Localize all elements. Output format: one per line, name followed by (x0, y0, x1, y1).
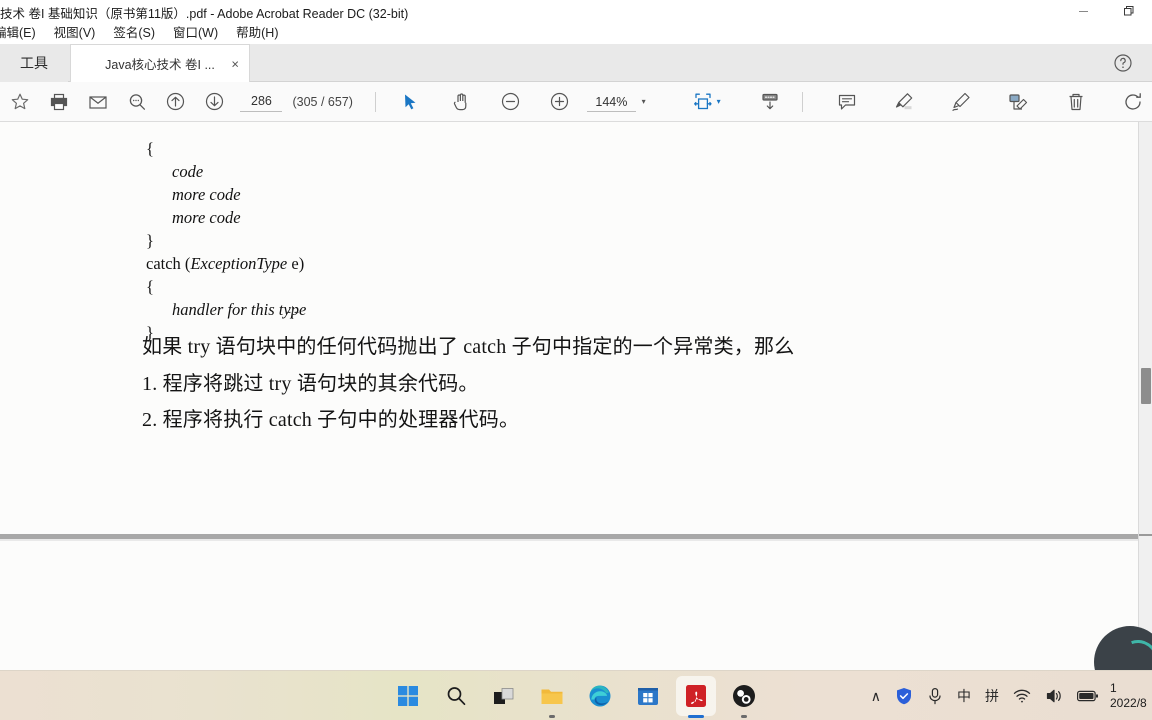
running-indicator (549, 715, 555, 718)
email-icon[interactable] (78, 82, 117, 122)
scrollbar-thumb[interactable] (1141, 368, 1151, 404)
system-tray: ∧ 中 拼 1 2022/8 (864, 671, 1152, 720)
code-catch-type: ExceptionType (190, 254, 288, 273)
ime-mode-label[interactable]: 中 (950, 671, 978, 720)
page-count-label: (305 / 657) (292, 94, 353, 109)
previous-page-icon[interactable] (156, 82, 195, 122)
code-line-code: code (172, 162, 204, 181)
chevron-down-icon[interactable]: ▾ (642, 97, 646, 106)
menu-help[interactable]: 帮助(H) (227, 22, 287, 44)
delete-icon[interactable] (1056, 82, 1095, 122)
clock-time: 1 (1110, 681, 1117, 695)
windows-taskbar: ∧ 中 拼 1 2022/8 (0, 670, 1152, 720)
code-catch-prefix: catch ( (146, 254, 191, 273)
menu-window[interactable]: 窗口(W) (164, 22, 227, 44)
pdf-paragraph-1: 如果 try 语句块中的任何代码抛出了 catch 子句中指定的一个异常类，那么 (142, 336, 795, 358)
tab-document[interactable]: Java核心技术 卷I ... × (70, 44, 250, 82)
draw-icon[interactable] (942, 82, 981, 122)
chevron-down-icon-fit[interactable]: ▾ (717, 97, 721, 106)
acrobat-reader-window: 技术 卷I 基础知识（原书第11版）.pdf - Adobe Acrobat R… (0, 0, 1152, 720)
security-shield-icon[interactable] (888, 671, 920, 720)
chevron-up-icon[interactable]: ∧ (864, 671, 888, 720)
edge-icon[interactable] (580, 676, 620, 716)
zoom-level-label[interactable]: 144% (587, 92, 636, 112)
window-title: 技术 卷I 基础知识（原书第11版）.pdf - Adobe Acrobat R… (0, 7, 409, 21)
highlight-icon[interactable] (885, 82, 924, 122)
pdf-page-286[interactable]: { code more code more code } catch (Exce… (0, 122, 1140, 532)
file-explorer-icon[interactable] (532, 676, 572, 718)
microsoft-store-icon[interactable] (628, 676, 668, 716)
tab-tools[interactable]: 工具 (0, 44, 68, 82)
page-scroll-icon[interactable] (751, 82, 790, 122)
running-indicator-obs (741, 715, 747, 718)
search-icon[interactable] (436, 676, 476, 716)
restore-button[interactable] (1106, 0, 1152, 22)
wifi-icon[interactable] (1006, 671, 1038, 720)
menu-view[interactable]: 视图(V) (45, 22, 105, 44)
code-line-catch: catch (ExceptionType e) (146, 254, 304, 273)
menu-edit[interactable]: 编辑(E) (0, 22, 45, 44)
search-icon[interactable] (117, 82, 156, 122)
main-toolbar: (305 / 657) 144% ▾ (0, 82, 1152, 122)
scrollbar-page-marker (1139, 534, 1152, 536)
select-cursor-icon[interactable] (391, 82, 430, 122)
page-separator (0, 532, 1140, 544)
pdf-list-item-1: 1. 程序将跳过 try 语句块的其余代码。 (142, 373, 479, 395)
code-line-more-code-2: more code (172, 208, 241, 227)
volume-icon[interactable] (1038, 671, 1070, 720)
minimize-button[interactable] (1060, 0, 1106, 22)
microphone-icon[interactable] (920, 671, 950, 720)
task-view-icon[interactable] (484, 676, 524, 716)
toolbar-divider-2 (801, 91, 803, 112)
page-number-input[interactable] (240, 91, 283, 112)
text-cursor-marker: -|- (286, 304, 299, 320)
vertical-scrollbar[interactable] (1138, 122, 1152, 670)
pdf-code-block: { code more code more code } catch (Exce… (146, 137, 306, 344)
window-controls (1060, 0, 1152, 22)
comment-icon[interactable] (828, 82, 867, 122)
tab-document-label: Java核心技术 卷I ... (105, 58, 215, 72)
close-icon[interactable]: × (231, 57, 239, 70)
taskbar-clock[interactable]: 1 2022/8 (1106, 671, 1152, 720)
title-bar: 技术 卷I 基础知识（原书第11版）.pdf - Adobe Acrobat R… (0, 0, 1152, 22)
pdf-page-287[interactable]: 第 7 章 异常、断言和日志 287 (0, 544, 1140, 670)
battery-icon[interactable] (1070, 671, 1106, 720)
obs-studio-icon[interactable] (724, 676, 764, 718)
tab-bar: 工具 Java核心技术 卷I ... × (0, 44, 1152, 82)
document-viewport[interactable]: { code more code more code } catch (Exce… (0, 122, 1152, 670)
code-line-brace-close: } (146, 231, 154, 250)
sign-icon[interactable] (999, 82, 1038, 122)
code-catch-suffix: e) (287, 254, 305, 273)
start-icon[interactable] (388, 676, 428, 716)
code-line-brace-open: { (146, 139, 154, 158)
active-indicator (688, 715, 704, 718)
save-star-icon[interactable] (0, 82, 39, 122)
menu-sign[interactable]: 签名(S) (104, 22, 164, 44)
ime-pinyin-label[interactable]: 拼 (978, 671, 1006, 720)
help-icon[interactable] (1112, 52, 1134, 74)
code-line-more-code-1: more code (172, 185, 241, 204)
rotate-icon[interactable] (1113, 82, 1152, 122)
taskbar-apps (388, 671, 764, 720)
clock-date: 2022/8 (1110, 696, 1147, 710)
pdf-list-item-2: 2. 程序将执行 catch 子句中的处理器代码。 (142, 409, 520, 431)
menu-bar: 编辑(E) 视图(V) 签名(S) 窗口(W) 帮助(H) (0, 22, 1152, 44)
zoom-in-icon[interactable] (540, 82, 579, 122)
next-page-icon[interactable] (195, 82, 234, 122)
code-tail-brace-open: { (146, 277, 154, 296)
hand-icon[interactable] (442, 82, 481, 122)
code-tail-handler: handler for this type (172, 300, 307, 319)
print-icon[interactable] (39, 82, 78, 122)
acrobat-reader-icon[interactable] (676, 676, 716, 718)
toolbar-divider (374, 91, 376, 112)
zoom-out-icon[interactable] (491, 82, 530, 122)
